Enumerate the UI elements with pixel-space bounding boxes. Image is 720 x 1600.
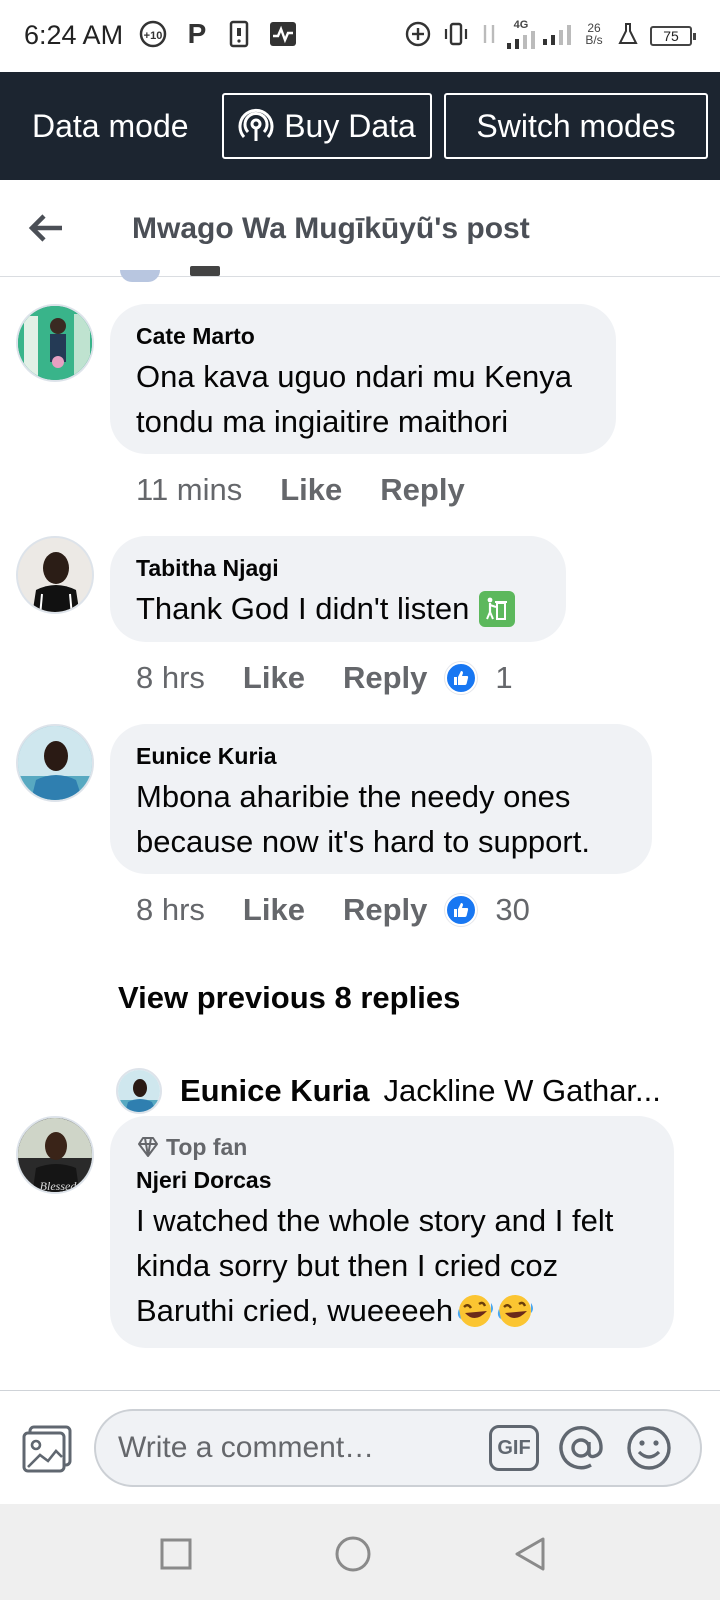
recents-square-icon[interactable] [156, 1534, 196, 1574]
avatar[interactable] [16, 536, 94, 614]
comment-text: Mbona aharibie the needy ones because no… [136, 779, 590, 859]
commenter-name[interactable]: Eunice Kuria [136, 742, 626, 770]
data-mode-bar: Data mode Buy Data Switch modes [0, 72, 720, 180]
laughing-emoji-icon [495, 1292, 535, 1330]
like-reaction-icon[interactable] [445, 894, 478, 926]
trash-emoji-icon [479, 590, 516, 627]
avatar[interactable] [16, 724, 94, 802]
parking-icon: P [187, 18, 207, 49]
avatar [116, 1068, 162, 1114]
broadcast-icon [238, 108, 274, 141]
gif-icon[interactable]: GIF [488, 1423, 540, 1473]
comment-text: I watched the whole story and I felt kin… [136, 1198, 648, 1333]
switch-modes-button[interactable]: Switch modes [444, 93, 708, 159]
back-arrow-icon[interactable] [28, 210, 68, 246]
diamond-icon [138, 1137, 158, 1157]
page-title: Mwago Wa Mugīkūyũ's post [132, 212, 530, 245]
comment-time[interactable]: 8 hrs [136, 892, 205, 928]
data-mode-label: Data mode [32, 108, 189, 144]
comment-composer: Write a comment… GIF [0, 1390, 720, 1504]
mention-icon[interactable] [556, 1423, 606, 1473]
partial-text [190, 266, 220, 276]
comment-input-placeholder: Write a comment… [118, 1431, 375, 1464]
like-button[interactable]: Like [280, 472, 342, 508]
data-arrows-icon [478, 18, 500, 50]
reply-button[interactable]: Reply [343, 892, 427, 928]
emoji-icon[interactable] [624, 1423, 674, 1473]
status-time: 6:24 AM [24, 20, 124, 50]
battery-icon: 75 [650, 26, 696, 46]
home-circle-icon[interactable] [333, 1534, 373, 1574]
reply-author-name: Eunice Kuria [180, 1073, 370, 1108]
like-reaction-icon[interactable] [445, 662, 478, 694]
comment-input[interactable]: Write a comment… [94, 1409, 702, 1487]
comment-time[interactable]: 11 mins [136, 472, 242, 508]
commenter-name[interactable]: Cate Marto [136, 322, 590, 350]
status-bar: 6:24 AM +10 P 4G 26 B/s 75 [0, 0, 720, 72]
avatar[interactable]: Blessed [16, 1116, 94, 1194]
vibrate-icon [442, 18, 470, 50]
comment-actions: 11 mins Like Reply [136, 470, 503, 510]
reply-preview[interactable]: Eunice Kuria Jackline W Gathar... [116, 1066, 686, 1116]
comment-time[interactable]: 8 hrs [136, 660, 205, 696]
avatar[interactable] [16, 304, 94, 382]
like-button[interactable]: Like [243, 660, 305, 696]
reaction-count[interactable]: 1 [495, 660, 512, 696]
post-header: Mwago Wa Mugīkūyũ's post [0, 180, 720, 277]
buy-data-label: Buy Data [284, 107, 416, 144]
system-nav-bar [0, 1504, 720, 1600]
reaction-count[interactable]: 30 [495, 892, 529, 928]
back-triangle-icon[interactable] [510, 1534, 550, 1574]
activity-icon [268, 18, 298, 50]
like-button[interactable]: Like [243, 892, 305, 928]
flask-icon [616, 18, 640, 50]
partial-avatar [120, 270, 160, 282]
comment-bubble[interactable]: Eunice Kuria Mbona aharibie the needy on… [110, 724, 652, 874]
laughing-emoji-icon [455, 1292, 495, 1330]
phone-icon [228, 18, 250, 50]
comment-bubble[interactable]: Top fan Njeri Dorcas I watched the whole… [110, 1116, 674, 1348]
commenter-name[interactable]: Njeri Dorcas [136, 1166, 648, 1194]
add-circle-icon [404, 18, 432, 50]
comment-bubble[interactable]: Tabitha Njagi Thank God I didn't listen [110, 536, 566, 642]
signal-icon-2 [542, 18, 572, 50]
svg-text:Blessed: Blessed [40, 1179, 78, 1193]
comment-text: Ona kava uguo ndari mu Kenya tondu ma in… [136, 359, 572, 439]
view-previous-replies-link[interactable]: View previous 8 replies [118, 980, 460, 1016]
reply-button[interactable]: Reply [343, 660, 427, 696]
photo-icon[interactable] [20, 1423, 74, 1473]
reply-preview-text: Jackline W Gathar... [383, 1073, 661, 1108]
top-fan-badge: Top fan [136, 1132, 648, 1162]
network-speed: 26 B/s [585, 21, 603, 47]
svg-text:+10: +10 [144, 30, 163, 42]
comment-actions: 8 hrs Like Reply 1 [136, 658, 513, 698]
switch-modes-label: Switch modes [476, 107, 676, 144]
comment-text: Thank God I didn't listen [136, 586, 540, 631]
reply-button[interactable]: Reply [380, 472, 464, 508]
notification-count-icon: +10 [138, 18, 168, 50]
signal-icon: 4G [506, 18, 536, 50]
buy-data-button[interactable]: Buy Data [222, 93, 432, 159]
comment-actions: 8 hrs Like Reply 30 [136, 890, 530, 930]
commenter-name[interactable]: Tabitha Njagi [136, 554, 540, 582]
comment-bubble[interactable]: Cate Marto Ona kava uguo ndari mu Kenya … [110, 304, 616, 454]
